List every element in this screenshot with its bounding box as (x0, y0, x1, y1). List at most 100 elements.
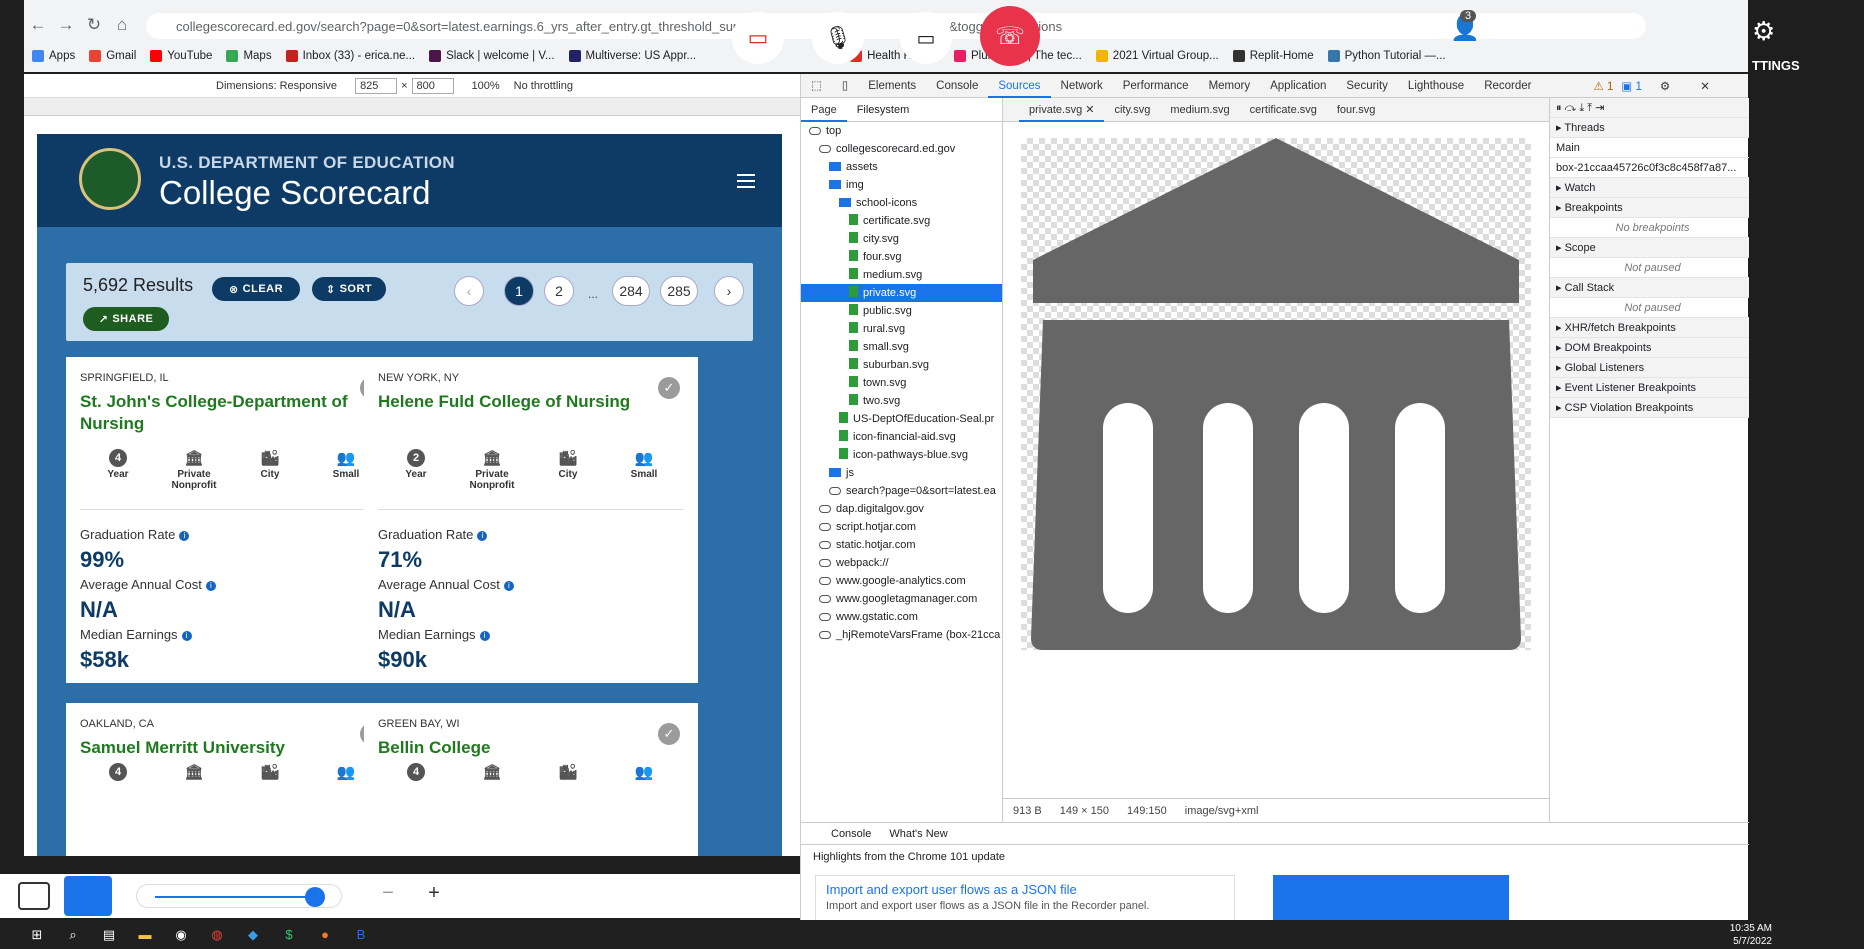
next-page-button[interactable]: › (714, 276, 744, 306)
tab-elements[interactable]: Elements (858, 74, 926, 98)
tree-item[interactable]: school-icons (801, 194, 1002, 212)
end-call-button[interactable]: ☏ (980, 6, 1040, 66)
reload-icon[interactable]: ↻ (80, 15, 108, 35)
editor-tab[interactable]: four.svg (1327, 98, 1386, 122)
tree-item[interactable]: two.svg (801, 392, 1002, 410)
bookmark-item[interactable]: Multiverse: US Appr... (568, 50, 696, 62)
debug-section[interactable]: ▸ Breakpoints (1550, 198, 1749, 218)
tree-item[interactable]: static.hotjar.com (801, 536, 1002, 554)
info-icon[interactable]: i (205, 581, 216, 591)
debug-section[interactable]: Main (1550, 138, 1749, 158)
tree-item[interactable]: assets (801, 158, 1002, 176)
width-input[interactable]: 825 (355, 77, 398, 94)
height-input[interactable]: 800 (411, 77, 454, 94)
tree-item[interactable]: suburban.svg (801, 356, 1002, 374)
tab-page[interactable]: Page (801, 98, 847, 122)
info-icon[interactable]: i (479, 631, 490, 641)
card-school-name[interactable]: Bellin College (378, 737, 668, 759)
bookmark-item[interactable]: Python Tutorial —... (1327, 50, 1446, 62)
page-284-button[interactable]: 284 (612, 276, 650, 306)
tree-item[interactable]: icon-pathways-blue.svg (801, 446, 1002, 464)
tree-item[interactable]: city.svg (801, 230, 1002, 248)
tree-item[interactable]: certificate.svg (801, 212, 1002, 230)
editor-tab[interactable]: medium.svg (1160, 98, 1239, 122)
camera-off-button[interactable]: ▭ (732, 12, 784, 64)
chrome-icon[interactable]: ◍ (202, 924, 232, 946)
app-icon-s[interactable]: $ (274, 924, 304, 946)
device-toggle-icon[interactable]: ▯ (832, 74, 858, 98)
bookmark-item[interactable]: Slack | welcome | V... (429, 50, 555, 62)
bookmark-item[interactable]: Inbox (33) - erica.ne... (285, 50, 415, 62)
bookmark-item[interactable]: 2021 Virtual Group... (1095, 50, 1219, 62)
tab-filesystem[interactable]: Filesystem (847, 98, 920, 122)
compare-check-icon[interactable]: ✓ (658, 377, 680, 399)
dimensions-select[interactable]: Dimensions: Responsive (216, 80, 337, 92)
tree-item[interactable]: img (801, 176, 1002, 194)
tree-item[interactable]: US-DeptOfEducation-Seal.pr (801, 410, 1002, 428)
bookmark-item[interactable]: YouTube (150, 50, 212, 62)
tile-view-icon[interactable] (18, 882, 50, 910)
zoom-slider-thumb[interactable] (305, 887, 325, 907)
bookmark-item[interactable]: Replit-Home (1232, 50, 1314, 62)
sort-button[interactable]: ⇕ SORT (312, 277, 386, 301)
zoom-select[interactable]: 100% (472, 80, 500, 92)
tab-console[interactable]: Console (926, 74, 988, 98)
vscode-icon[interactable]: ◆ (238, 924, 268, 946)
tree-item[interactable]: script.hotjar.com (801, 518, 1002, 536)
task-view-icon[interactable]: ▤ (94, 924, 124, 946)
bookmark-item[interactable]: Maps (226, 50, 272, 62)
debug-section[interactable]: ▸ CSP Violation Breakpoints (1550, 398, 1749, 418)
file-explorer-icon[interactable]: ▬ (130, 924, 160, 946)
app-icon-orange[interactable]: ● (310, 924, 340, 946)
editor-tab[interactable]: city.svg (1104, 98, 1160, 122)
info-icon[interactable]: i (503, 581, 514, 591)
debug-section[interactable]: ▸ Scope (1550, 238, 1749, 258)
tab-recorder[interactable]: Recorder (1474, 74, 1541, 98)
tab-lighthouse[interactable]: Lighthouse (1398, 74, 1474, 98)
tab-memory[interactable]: Memory (1199, 74, 1261, 98)
share-button[interactable]: ↗ SHARE (83, 307, 169, 331)
compare-check-icon[interactable]: ✓ (658, 723, 680, 745)
clear-button[interactable]: ⊗ CLEAR (212, 277, 300, 301)
tree-item[interactable]: www.googletagmanager.com (801, 590, 1002, 608)
tree-item[interactable]: public.svg (801, 302, 1002, 320)
zoom-slider[interactable] (136, 884, 342, 908)
tree-item[interactable]: search?page=0&sort=latest.ea (801, 482, 1002, 500)
settings-icon[interactable]: ⚙ (1660, 79, 1670, 93)
tab-security[interactable]: Security (1336, 74, 1398, 98)
bookmark-item[interactable]: Apps (32, 50, 75, 62)
tab-performance[interactable]: Performance (1113, 74, 1199, 98)
debug-section[interactable]: ▸ Call Stack (1550, 278, 1749, 298)
editor-tab[interactable]: private.svg ✕ (1019, 98, 1105, 122)
info-icon[interactable]: i (179, 531, 190, 541)
windows-start-icon[interactable]: ⊞ (22, 924, 52, 946)
prev-page-button[interactable]: ‹ (454, 276, 484, 306)
info-icon[interactable]: i (477, 531, 488, 541)
debug-section[interactable]: ▸ XHR/fetch Breakpoints (1550, 318, 1749, 338)
zoom-in-button[interactable]: + (416, 882, 452, 910)
tree-item[interactable]: www.gstatic.com (801, 608, 1002, 626)
tree-item[interactable]: town.svg (801, 374, 1002, 392)
card-school-name[interactable]: Helene Fuld College of Nursing (378, 391, 668, 413)
tree-item[interactable]: dap.digitalgov.gov (801, 500, 1002, 518)
home-icon[interactable]: ⌂ (108, 15, 136, 35)
forward-icon[interactable]: → (52, 15, 80, 35)
tree-item[interactable]: js (801, 464, 1002, 482)
debug-section[interactable]: ▸ Event Listener Breakpoints (1550, 378, 1749, 398)
tree-item[interactable]: collegescorecard.ed.gov (801, 140, 1002, 158)
editor-tab[interactable]: certificate.svg (1240, 98, 1327, 122)
throttle-select[interactable]: No throttling (514, 80, 573, 92)
tree-item[interactable]: top (801, 122, 1002, 140)
tree-item[interactable]: four.svg (801, 248, 1002, 266)
back-icon[interactable]: ← (24, 15, 52, 35)
app-icon[interactable]: ◉ (166, 924, 196, 946)
tab-sources[interactable]: Sources (988, 74, 1051, 98)
debug-section[interactable]: ▸ Threads (1550, 118, 1749, 138)
menu-icon[interactable] (737, 174, 755, 188)
zoom-out-button[interactable]: − (370, 882, 406, 910)
tree-item[interactable]: webpack:// (801, 554, 1002, 572)
present-screen-button[interactable]: ▭ (900, 12, 952, 64)
card-school-name[interactable]: St. John's College-Department of Nursing (80, 391, 370, 435)
tree-item[interactable]: icon-financial-aid.svg (801, 428, 1002, 446)
address-bar[interactable]: collegescorecard.ed.gov/search?page=0&so… (146, 13, 1646, 39)
